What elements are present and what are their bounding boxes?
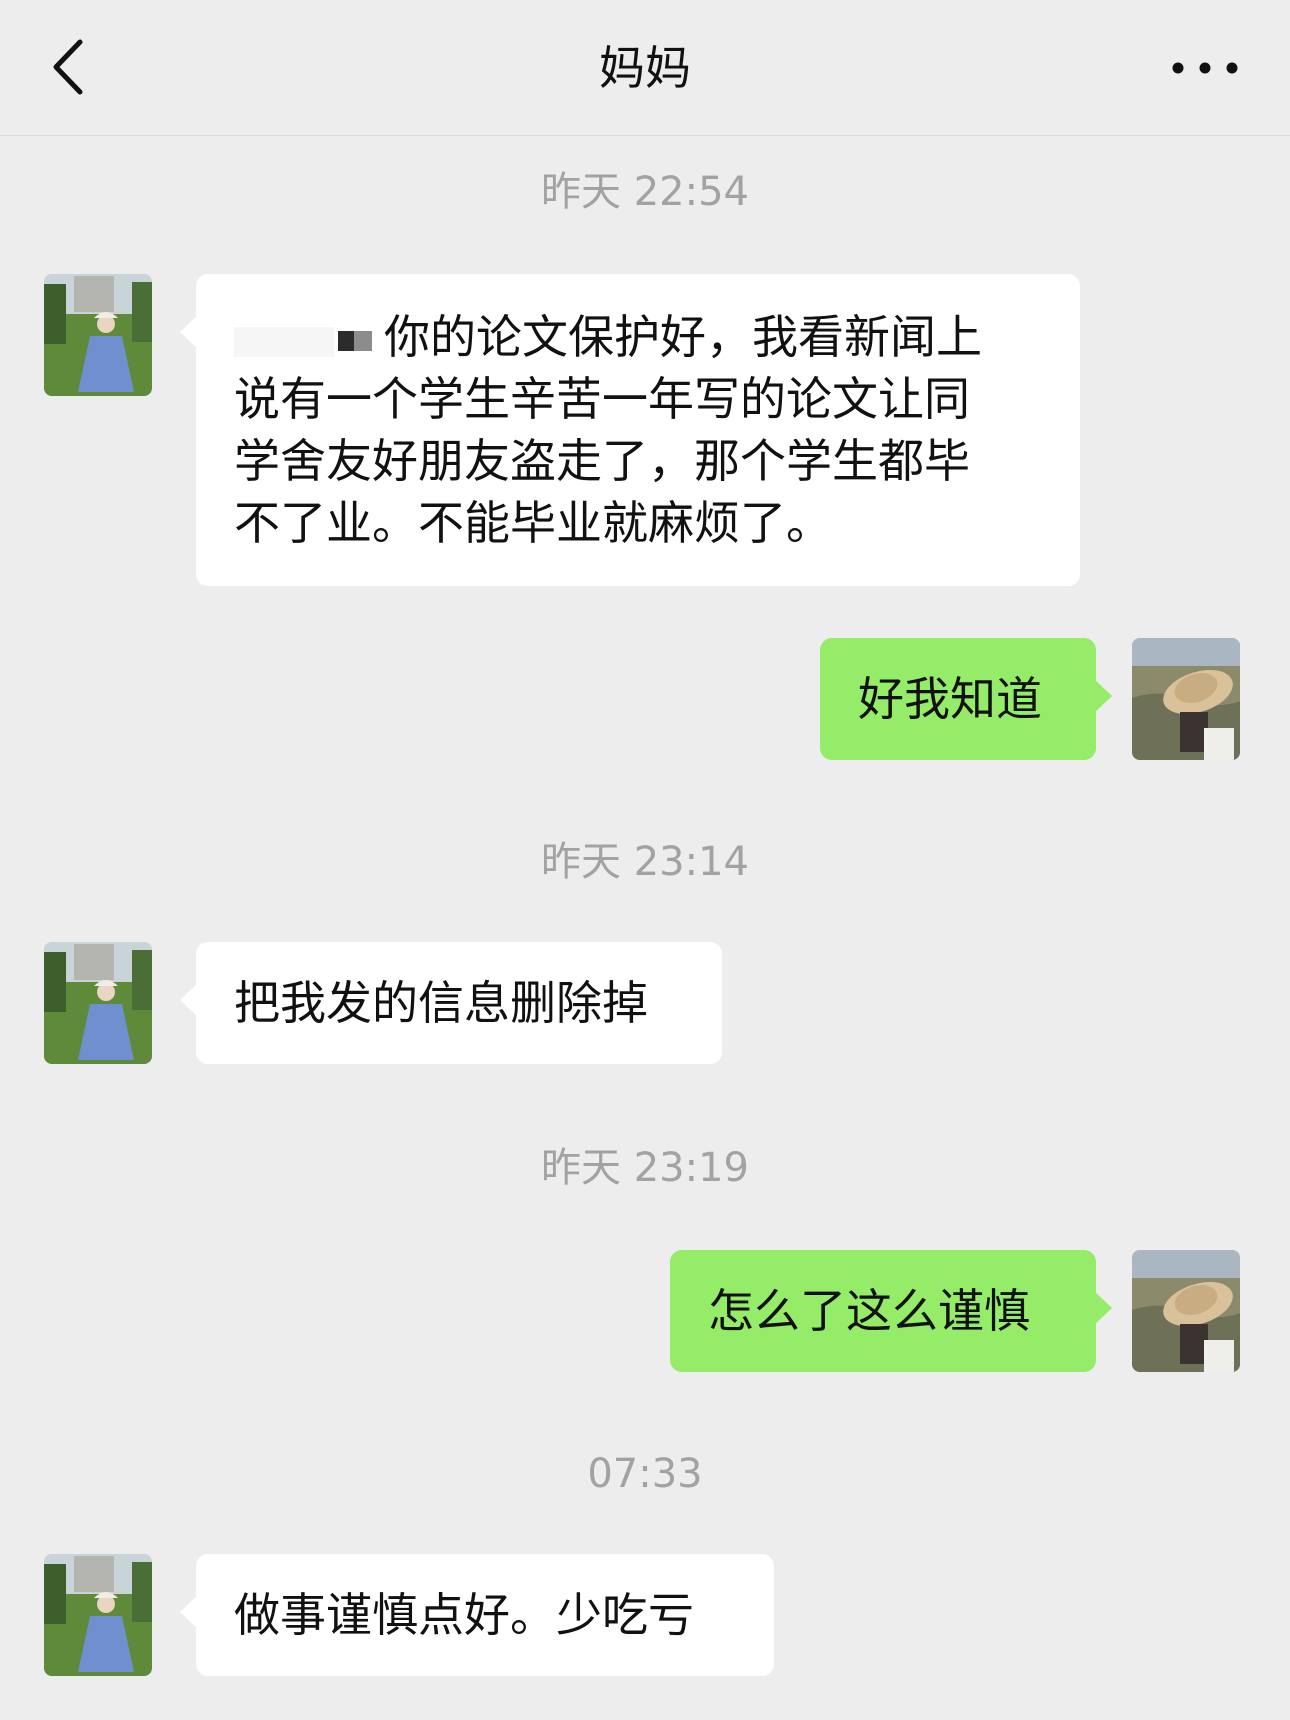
message-list[interactable]: 昨天 22:54 你的论文保护好，我看新闻上 说有一个学生辛苦一年写的论文让同 … (0, 136, 1290, 1720)
mother-avatar[interactable] (44, 274, 152, 396)
message-line: 不了业。不能毕业就麻烦了。 (234, 496, 832, 550)
ellipsis-icon[interactable] (1160, 40, 1250, 96)
redacted-name (234, 321, 374, 361)
chat-header: 妈妈 (0, 0, 1290, 136)
chat-title: 妈妈 (599, 41, 691, 95)
message-line: 你的论文保护好，我看新闻上 (234, 306, 1042, 368)
timestamp: 昨天 23:19 (541, 1145, 749, 1191)
mother-avatar[interactable] (44, 1554, 152, 1676)
outgoing-message[interactable]: 怎么了这么谨慎 (670, 1250, 1112, 1372)
chevron-left-icon[interactable] (36, 32, 106, 102)
incoming-message[interactable]: 做事谨慎点好。少吃亏 (180, 1554, 774, 1676)
my-avatar[interactable] (1132, 638, 1240, 760)
message-line: 说有一个学生辛苦一年写的论文让同 (234, 372, 970, 426)
incoming-message[interactable]: 把我发的信息删除掉 (180, 942, 722, 1064)
incoming-message[interactable]: 你的论文保护好，我看新闻上 说有一个学生辛苦一年写的论文让同 学舍友好朋友盗走了… (180, 274, 1080, 586)
timestamp: 昨天 22:54 (541, 169, 749, 215)
timestamp: 07:33 (587, 1451, 703, 1497)
my-avatar[interactable] (1132, 1250, 1240, 1372)
outgoing-message[interactable]: 好我知道 (820, 638, 1112, 760)
message-line: 学舍友好朋友盗走了，那个学生都毕 (234, 434, 970, 488)
mother-avatar[interactable] (44, 942, 152, 1064)
timestamp: 昨天 23:14 (541, 839, 749, 885)
